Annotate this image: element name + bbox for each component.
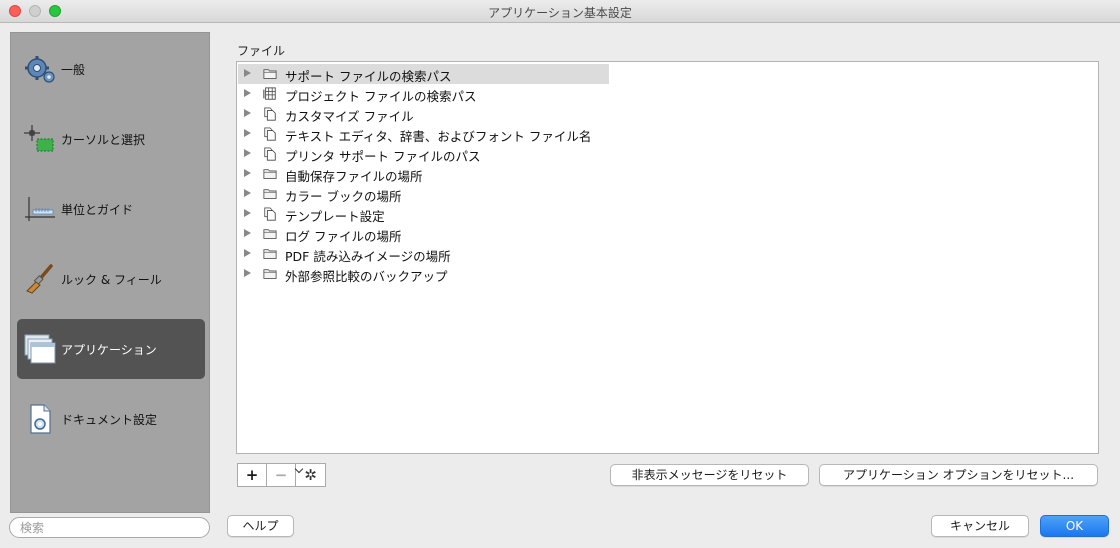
title-bar: アプリケーション基本設定 <box>0 0 1120 23</box>
disclosure-triangle-icon[interactable] <box>244 249 251 257</box>
disclosure-triangle-icon[interactable] <box>244 149 251 157</box>
disclosure-triangle-icon[interactable] <box>244 89 251 97</box>
files-icon <box>264 127 276 141</box>
search-input[interactable] <box>20 518 200 537</box>
sidebar-item-document-settings[interactable]: ドキュメント設定 <box>17 389 205 449</box>
tree-row[interactable]: カスタマイズ ファイル <box>238 104 609 124</box>
sidebar-item-label: ドキュメント設定 <box>61 413 158 427</box>
tree-row[interactable]: プロジェクト ファイルの検索パス <box>238 84 609 104</box>
document-settings-icon <box>30 404 51 434</box>
sidebar-item-label: アプリケーション <box>61 343 157 357</box>
tree-row-label: サポート ファイルの検索パス <box>285 69 452 84</box>
tree-row[interactable]: サポート ファイルの検索パス <box>238 64 609 84</box>
application-windows-icon <box>24 334 56 364</box>
disclosure-triangle-icon[interactable] <box>244 189 251 197</box>
sidebar-item-cursor-selection[interactable]: カーソルと選択 <box>17 109 205 169</box>
disclosure-triangle-icon[interactable] <box>244 269 251 277</box>
sidebar-item-label: 一般 <box>61 63 86 77</box>
help-button[interactable]: ヘルプ <box>227 515 294 537</box>
add-label: + <box>245 466 259 484</box>
units-guides-icon <box>25 197 55 221</box>
disclosure-triangle-icon[interactable] <box>244 129 251 137</box>
tree-row-label: カスタマイズ ファイル <box>285 109 414 124</box>
tree-row[interactable]: プリンタ サポート ファイルのパス <box>238 144 609 164</box>
ok-button[interactable]: OK <box>1040 515 1109 537</box>
window-title: アプリケーション基本設定 <box>488 6 632 20</box>
tree-row[interactable]: カラー ブックの場所 <box>238 184 609 204</box>
tree-row[interactable]: 自動保存ファイルの場所 <box>238 164 609 184</box>
tree-row[interactable]: ログ ファイルの場所 <box>238 224 609 244</box>
tree-row-label: プロジェクト ファイルの検索パス <box>285 89 477 104</box>
sidebar-item-label: ルック & フィール <box>61 273 162 287</box>
gear-icon <box>25 56 55 83</box>
tree-row[interactable]: PDF 読み込みイメージの場所 <box>238 244 609 264</box>
folder-icon <box>263 249 277 259</box>
remove-label: − <box>274 466 288 484</box>
remove-button[interactable]: − <box>266 463 296 487</box>
tree-row-label: テキスト エディタ、辞書、およびフォント ファイル名 <box>285 129 592 144</box>
sidebar-item-label: 単位とガイド <box>61 203 134 217</box>
folder-icon <box>263 269 277 279</box>
folder-icon <box>263 69 277 79</box>
files-icon <box>264 207 276 221</box>
tree-row-label: テンプレート設定 <box>285 209 385 224</box>
sidebar-item-look-feel[interactable]: ルック & フィール <box>17 249 205 309</box>
disclosure-triangle-icon[interactable] <box>244 229 251 237</box>
search-field[interactable] <box>9 517 210 538</box>
folder-icon <box>263 189 277 199</box>
sidebar-item-label: カーソルと選択 <box>61 133 146 147</box>
tree-row-label: PDF 読み込みイメージの場所 <box>285 249 451 264</box>
project-icon <box>263 87 276 100</box>
tree-row-label: プリンタ サポート ファイルのパス <box>285 149 481 164</box>
sidebar-item-application[interactable]: アプリケーション <box>17 319 205 379</box>
brush-icon <box>26 264 53 294</box>
add-button[interactable]: + <box>237 463 267 487</box>
cursor-selection-icon <box>24 125 54 152</box>
cancel-button[interactable]: キャンセル <box>931 515 1029 537</box>
files-icon <box>264 107 276 121</box>
action-menu-button[interactable]: ✲ <box>294 463 326 487</box>
tree-row[interactable]: テンプレート設定 <box>238 204 609 224</box>
tree-row-label: ログ ファイルの場所 <box>285 229 402 244</box>
disclosure-triangle-icon[interactable] <box>244 109 251 117</box>
sidebar-item-general[interactable]: 一般 <box>17 39 205 99</box>
reset-hidden-messages-button[interactable]: 非表示メッセージをリセット <box>610 464 809 486</box>
sidebar: 一般 カーソルと選択 単位とガイド ルック & フィール アプリケーション ドキ… <box>10 32 210 513</box>
folder-icon <box>263 229 277 239</box>
tree-row[interactable]: 外部参照比較のバックアップ <box>238 264 609 284</box>
disclosure-triangle-icon[interactable] <box>244 209 251 217</box>
files-tree[interactable]: サポート ファイルの検索パスプロジェクト ファイルの検索パス カスタマイズ ファイ… <box>236 61 1099 454</box>
folder-icon <box>263 169 277 179</box>
tree-row[interactable]: テキスト エディタ、辞書、およびフォント ファイル名 <box>238 124 609 144</box>
files-section-label: ファイル <box>237 44 286 58</box>
tree-row-label: 自動保存ファイルの場所 <box>285 169 423 184</box>
disclosure-triangle-icon[interactable] <box>244 169 251 177</box>
sidebar-item-units-guides[interactable]: 単位とガイド <box>17 179 205 239</box>
files-icon <box>264 147 276 161</box>
disclosure-triangle-icon[interactable] <box>244 69 251 77</box>
reset-application-options-button[interactable]: アプリケーション オプションをリセット... <box>819 464 1098 486</box>
tree-row-label: カラー ブックの場所 <box>285 189 402 204</box>
tree-row-label: 外部参照比較のバックアップ <box>285 269 448 284</box>
